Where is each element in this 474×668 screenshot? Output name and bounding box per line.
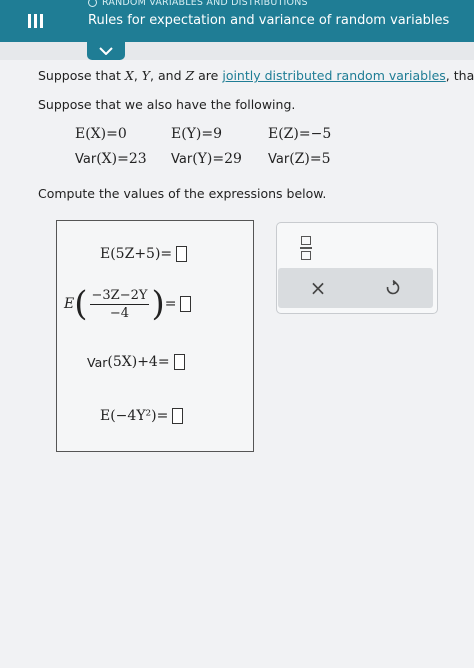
var-x: X: [124, 68, 134, 83]
expression-4: E(−4Y²)=: [100, 408, 184, 424]
menu-button[interactable]: [0, 0, 72, 42]
fraction-bar-icon: [300, 247, 312, 249]
var-prefix: Var: [75, 152, 97, 167]
intro-suffix: , tha: [445, 68, 474, 83]
stat-varz: Var(Z)=5: [268, 151, 331, 167]
right-paren: ): [151, 284, 165, 324]
header-subbar: [0, 42, 474, 60]
hamburger-icon: [28, 14, 44, 28]
expression-1-text: E(5Z+5)=: [100, 246, 173, 262]
topic-label: RANDOM VARIABLES AND DISTRIBUTIONS: [88, 0, 308, 8]
answer-box-3[interactable]: [173, 354, 185, 370]
top-header: RANDOM VARIABLES AND DISTRIBUTIONS Rules…: [0, 0, 474, 42]
problem-intro: Suppose that X, Y, and Z are jointly dis…: [38, 68, 474, 83]
stat-ex: E(X)=0: [75, 126, 127, 142]
topic-text: RANDOM VARIABLES AND DISTRIBUTIONS: [102, 0, 308, 8]
compute-instruction: Compute the values of the expressions be…: [38, 186, 327, 201]
varz-value: (Z)=5: [289, 151, 331, 167]
undo-icon: [386, 280, 400, 295]
var-y: Y: [141, 68, 151, 83]
problem-followup: Suppose that we also have the following.: [38, 97, 296, 112]
clear-button[interactable]: ×: [288, 268, 348, 308]
stat-ey: E(Y)=9: [171, 126, 223, 142]
fraction-button[interactable]: [296, 235, 316, 261]
answer-box-4[interactable]: [172, 408, 184, 424]
var-z: Z: [185, 68, 195, 83]
stat-varx: Var(X)=23: [75, 151, 147, 167]
fraction-top-icon: [301, 236, 311, 246]
answer-box-2[interactable]: [180, 296, 192, 312]
expression-3: Var (5X)+4=: [87, 354, 185, 370]
intro-are: are: [194, 68, 223, 83]
tool-action-bar: ×: [278, 268, 433, 308]
expression-3-text: (5X)+4=: [107, 354, 170, 370]
expression-2: E ( −3Z−2Y −4 ) =: [64, 284, 192, 324]
collapse-toggle[interactable]: [87, 42, 125, 60]
var-prefix: Var: [268, 152, 290, 167]
stat-vary: Var(Y)=29: [171, 151, 242, 167]
expression-2-fraction: −3Z−2Y −4: [89, 287, 150, 321]
expression-1: E(5Z+5)=: [100, 246, 188, 262]
answer-box-1[interactable]: [176, 246, 188, 262]
left-paren: (: [74, 284, 88, 324]
vary-value: (Y)=29: [192, 151, 242, 167]
intro-comma: ,: [133, 68, 142, 83]
intro-prefix: Suppose that: [38, 68, 125, 83]
expression-4-text: E(−4Y²)=: [100, 408, 169, 424]
topic-circle-icon: [88, 0, 97, 7]
chevron-down-icon: [99, 47, 113, 55]
undo-button[interactable]: [363, 268, 423, 308]
fraction-numerator: −3Z−2Y: [89, 287, 150, 305]
fraction-bottom-icon: [301, 250, 311, 260]
expression-3-var: Var: [87, 354, 108, 370]
expression-2-equals: =: [164, 296, 177, 312]
page-title: Rules for expectation and variance of ra…: [88, 13, 450, 28]
stat-ez: E(Z)=−5: [268, 126, 332, 142]
close-icon: ×: [309, 276, 327, 300]
var-prefix: Var: [171, 152, 193, 167]
varx-value: (X)=23: [96, 151, 147, 167]
expression-2-e: E: [64, 296, 75, 312]
jointly-distributed-link[interactable]: jointly distributed random variables: [222, 68, 445, 83]
intro-and: , and: [150, 68, 186, 83]
fraction-denominator: −4: [109, 305, 130, 321]
